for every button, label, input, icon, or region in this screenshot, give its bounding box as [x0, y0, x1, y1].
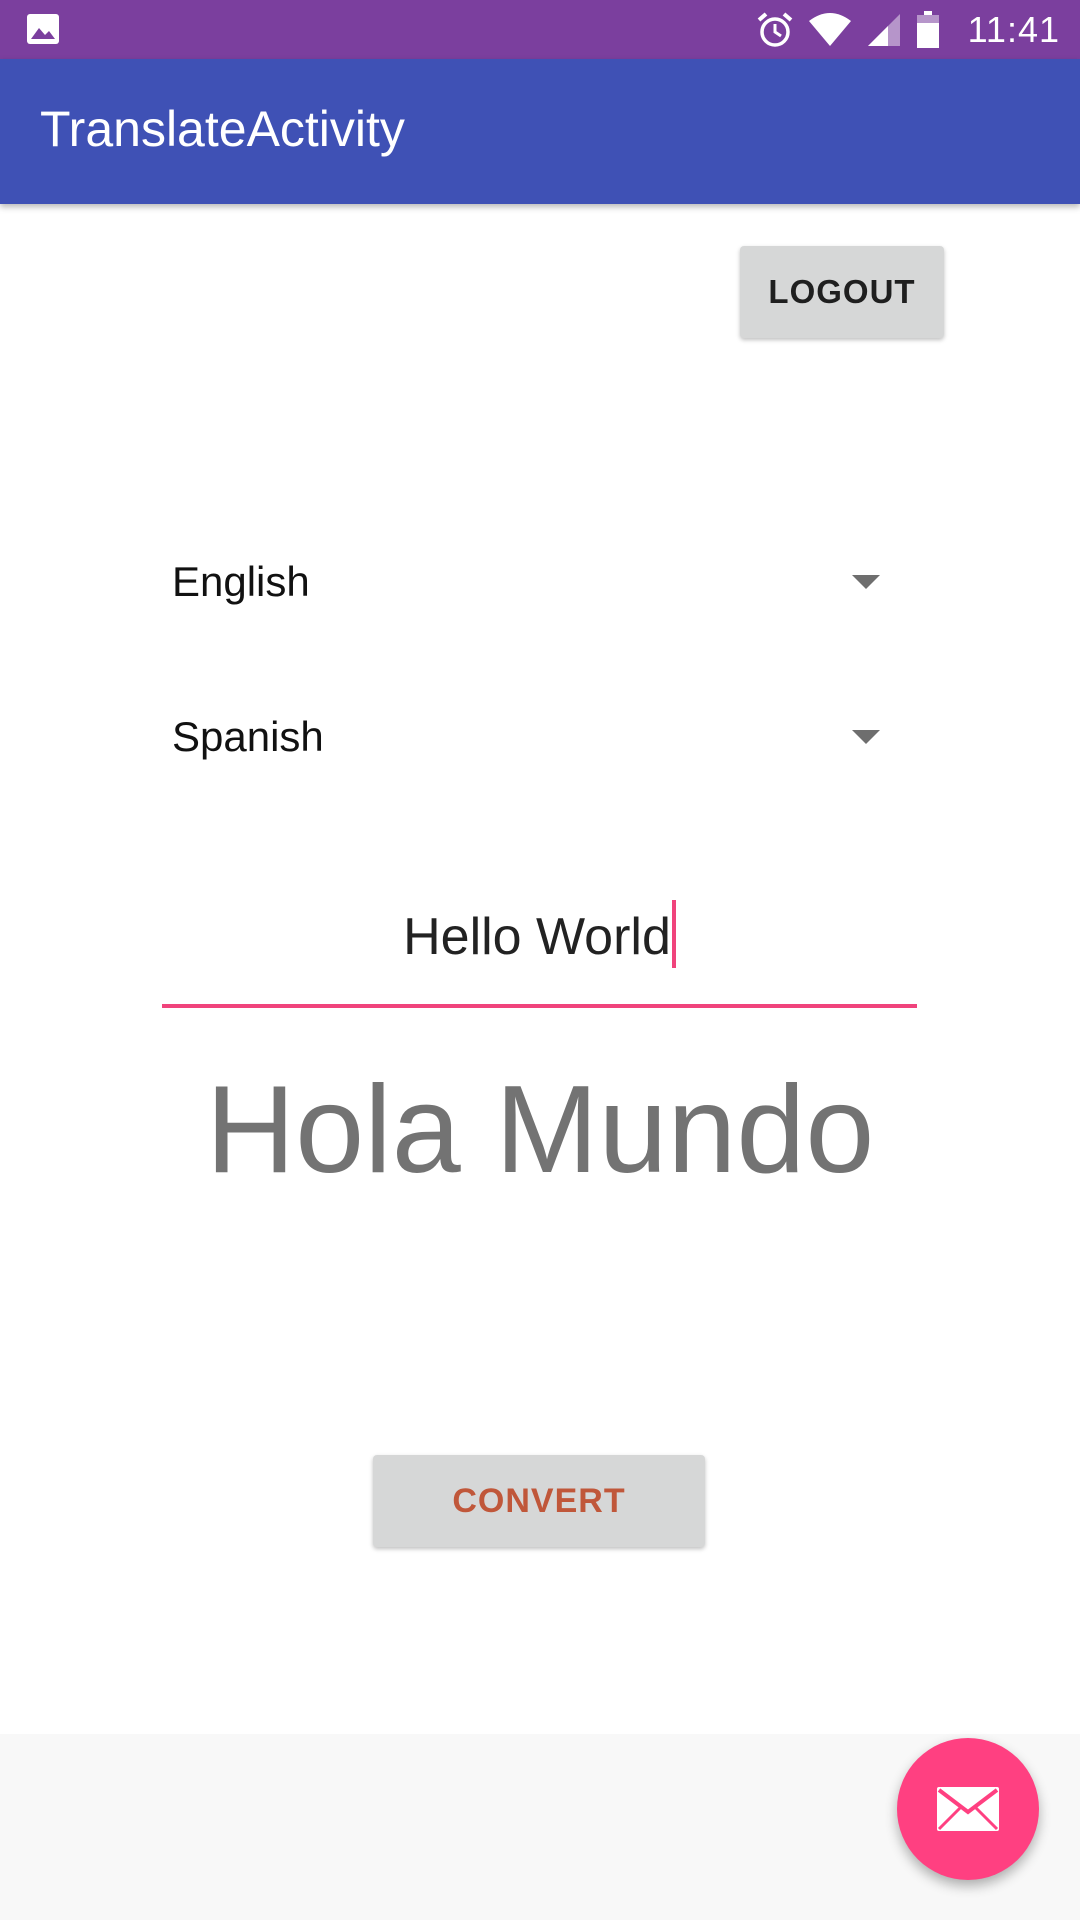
cell-signal-icon — [867, 13, 900, 46]
dropdown-arrow-icon — [852, 575, 880, 589]
mail-icon — [937, 1787, 999, 1831]
app-bar: TranslateActivity — [0, 59, 1080, 204]
status-bar: 11:41 — [0, 0, 1080, 59]
text-input-line: Hello World — [162, 900, 917, 968]
translation-result: Hola Mundo — [205, 1061, 875, 1199]
battery-icon — [916, 10, 939, 48]
image-notification-icon — [27, 14, 59, 44]
alarm-icon — [757, 11, 792, 47]
input-underline — [162, 1004, 917, 1008]
target-language-spinner[interactable]: Spanish — [172, 700, 892, 780]
target-language-label: Spanish — [172, 713, 324, 760]
status-icons: 11:41 — [756, 0, 1060, 59]
status-time: 11:41 — [967, 8, 1060, 50]
translate-screen: 11:41 TranslateActivity LOGOUT English S… — [0, 0, 1080, 1920]
app-title: TranslateActivity — [40, 101, 405, 157]
source-language-label: English — [172, 558, 310, 605]
dropdown-arrow-icon — [852, 730, 880, 744]
text-cursor — [671, 900, 676, 968]
wifi-icon — [808, 12, 851, 46]
text-input-field[interactable]: Hello World — [162, 880, 917, 1008]
logout-button[interactable]: LOGOUT — [740, 246, 944, 338]
mail-fab-button[interactable] — [897, 1738, 1039, 1880]
input-value: Hello World — [403, 908, 671, 966]
source-language-spinner[interactable]: English — [172, 545, 892, 625]
convert-button[interactable]: CONVERT — [373, 1455, 705, 1547]
